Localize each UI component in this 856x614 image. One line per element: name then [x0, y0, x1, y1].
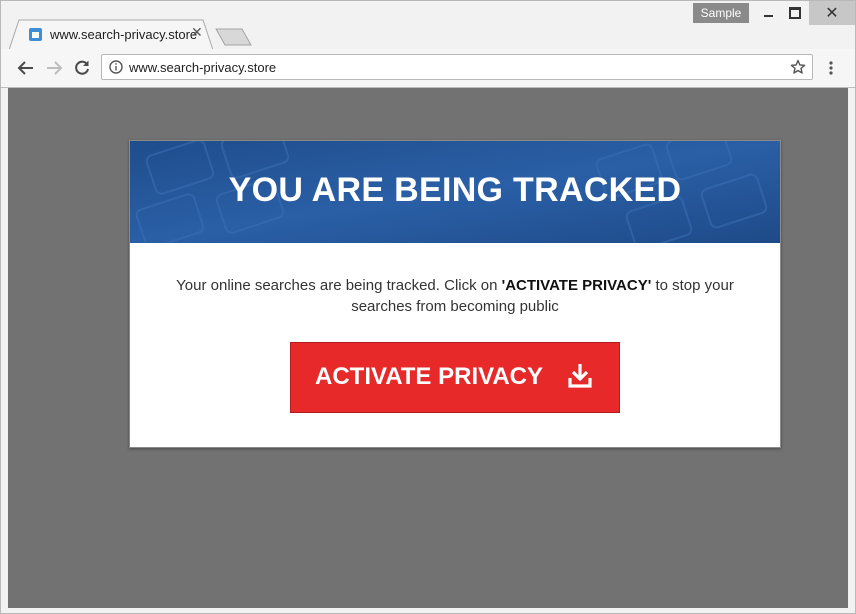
- browser-window: Sample ✕ www.search-privacy.store ✕ www.…: [0, 0, 856, 614]
- tab-close-icon[interactable]: ✕: [191, 25, 203, 41]
- home-favicon-icon: [29, 28, 42, 41]
- star-icon[interactable]: [790, 59, 806, 75]
- message-text-start: Your online searches are being tracked. …: [176, 277, 502, 294]
- back-button[interactable]: [15, 57, 37, 79]
- reload-icon: [75, 60, 89, 75]
- scam-dialog: YOU ARE BEING TRACKED Your online search…: [129, 140, 781, 448]
- page-viewport: YOU ARE BEING TRACKED Your online search…: [8, 88, 848, 608]
- maximize-button[interactable]: [781, 1, 809, 25]
- warning-message: Your online searches are being tracked. …: [160, 275, 750, 317]
- close-icon: ✕: [825, 3, 839, 22]
- arrow-right-icon: [47, 61, 63, 75]
- dialog-header: YOU ARE BEING TRACKED: [130, 141, 780, 243]
- message-emphasis: 'ACTIVATE PRIVACY': [501, 277, 652, 294]
- url-text[interactable]: www.search-privacy.store: [129, 60, 276, 75]
- activate-privacy-button[interactable]: ACTIVATE PRIVACY: [290, 342, 620, 413]
- download-icon: [568, 364, 592, 388]
- browser-toolbar: www.search-privacy.store: [1, 49, 855, 88]
- activate-button-label: ACTIVATE PRIVACY: [315, 363, 544, 390]
- tab-active[interactable]: www.search-privacy.store ✕: [9, 19, 213, 51]
- close-window-button[interactable]: ✕: [809, 1, 855, 25]
- address-bar[interactable]: www.search-privacy.store: [101, 54, 813, 80]
- page-title: YOU ARE BEING TRACKED: [228, 171, 682, 209]
- tab-strip: Sample ✕ www.search-privacy.store ✕: [1, 1, 855, 51]
- three-dots-vertical-icon[interactable]: [823, 60, 839, 76]
- maximize-icon: [789, 7, 801, 19]
- arrow-left-icon: [17, 61, 33, 75]
- forward-button[interactable]: [43, 57, 65, 79]
- profile-badge[interactable]: Sample: [693, 3, 749, 23]
- new-tab-button[interactable]: [215, 28, 255, 46]
- reload-button[interactable]: [71, 57, 93, 79]
- minimize-icon: [763, 15, 773, 17]
- tab-title: www.search-privacy.store: [50, 27, 198, 42]
- info-icon[interactable]: [109, 60, 123, 74]
- minimize-button[interactable]: [755, 1, 781, 25]
